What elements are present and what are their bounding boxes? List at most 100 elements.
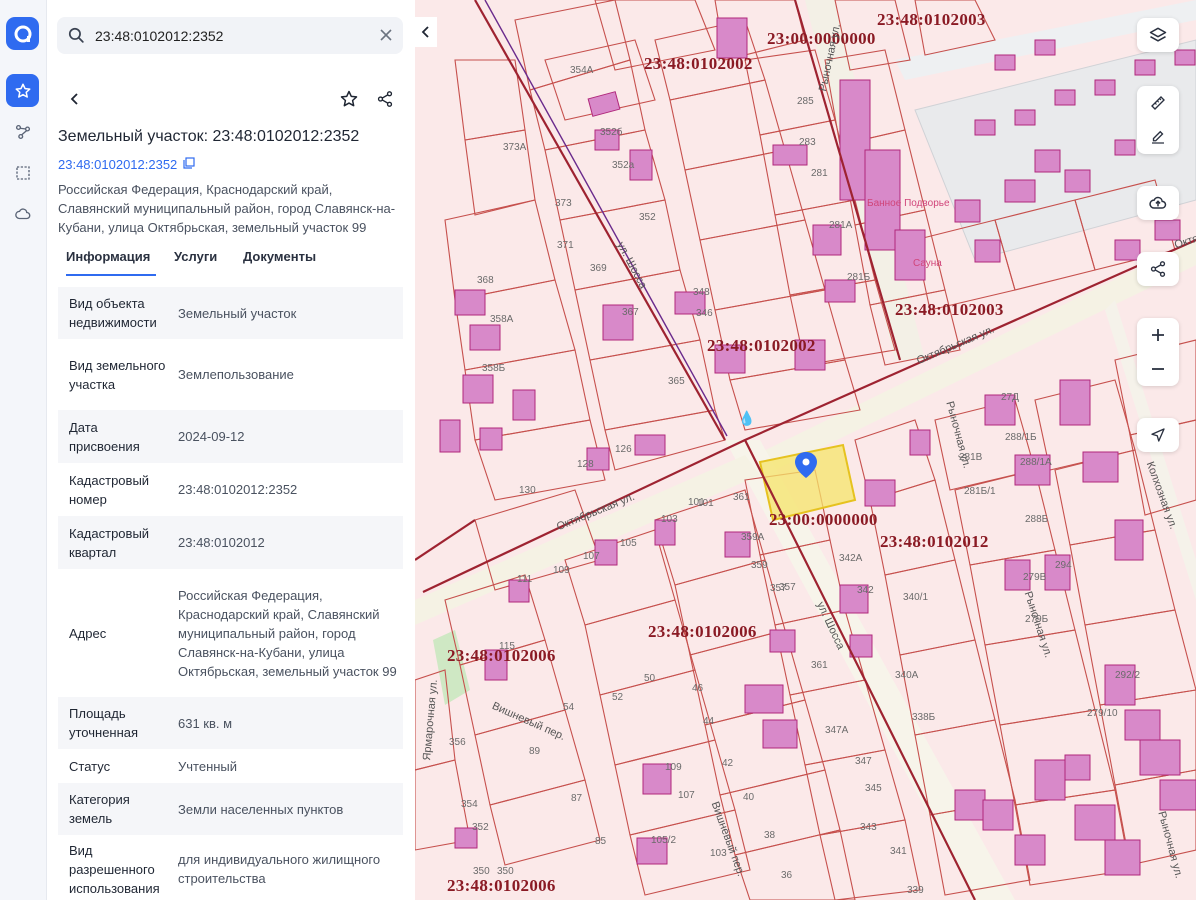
house-number: 52 — [612, 692, 624, 703]
quarter-label: 23:00:0000000 — [767, 29, 876, 48]
house-number: 50 — [644, 673, 656, 684]
tab-information[interactable]: Информация — [66, 242, 156, 276]
table-row: Адрес Российская Федерация, Краснодарски… — [58, 569, 403, 697]
left-rail — [0, 0, 47, 900]
row-key: Кадастровый номер — [69, 472, 150, 507]
house-number: 101 — [697, 498, 714, 509]
quarter-label: 23:00:0000000 — [769, 510, 878, 529]
row-key: Вид объекта недвижимости — [69, 296, 157, 330]
house-number: 89 — [529, 746, 541, 757]
upload-cloud-icon[interactable] — [1137, 186, 1179, 220]
cadastral-number-text[interactable]: 23:48:0102012:2352 — [58, 157, 177, 172]
house-number: 105/2 — [651, 835, 677, 846]
house-number: 279В — [1023, 572, 1047, 583]
search-input[interactable] — [95, 17, 375, 54]
row-key: Адрес — [69, 625, 107, 641]
house-number: 281В — [959, 452, 983, 463]
cadastral-map[interactable]: 23:48:0102003 23:00:0000000 23:48:010200… — [415, 0, 1196, 900]
cloud-icon[interactable] — [6, 197, 39, 230]
house-number: 46 — [692, 683, 704, 694]
route-icon[interactable] — [6, 115, 39, 148]
house-number: 359 — [751, 560, 768, 571]
house-number: 339 — [907, 885, 924, 896]
table-row: Кадастровый номер 23:48:0102012:2352 — [58, 463, 403, 516]
poi-label[interactable]: Сауна — [913, 258, 942, 269]
layers-icon[interactable] — [1137, 18, 1179, 52]
house-number: 27Д — [1001, 392, 1019, 403]
house-number: 361 — [733, 492, 750, 503]
house-number: 357 — [770, 583, 787, 594]
house-number: 36 — [781, 870, 793, 881]
close-icon[interactable] — [379, 28, 393, 47]
house-number: 358А — [490, 314, 514, 325]
zoom-control — [1137, 318, 1179, 386]
row-value: 2024-09-12 — [178, 429, 245, 444]
table-row: Вид земельного участка Землепользование — [58, 339, 403, 410]
house-number: 373А — [503, 142, 527, 153]
house-number: 279Б — [1025, 614, 1049, 625]
app-logo-icon[interactable] — [6, 17, 39, 50]
navigation-arrow-icon[interactable] — [1137, 418, 1179, 452]
copy-icon[interactable] — [183, 157, 195, 172]
house-number: 356 — [449, 737, 466, 748]
house-number: 342А — [839, 553, 863, 564]
search-bar — [57, 17, 403, 54]
share-icon[interactable] — [371, 85, 399, 113]
house-number: 343 — [860, 822, 877, 833]
house-number: 354А — [570, 65, 594, 76]
house-number: 352 — [639, 212, 656, 223]
tab-bar: Информация Услуги Документы — [58, 242, 403, 276]
row-key: Категория земель — [69, 792, 130, 826]
house-number: 281Б/1 — [964, 486, 996, 497]
zoom-out-button[interactable] — [1137, 352, 1179, 386]
ruler-icon[interactable] — [1137, 86, 1179, 120]
zoom-in-button[interactable] — [1137, 318, 1179, 352]
house-number: 352 — [472, 822, 489, 833]
water-drop-icon: 💧 — [738, 410, 756, 426]
house-number: 85 — [595, 836, 607, 847]
house-number: 340/1 — [903, 592, 929, 603]
house-number: 42 — [722, 758, 734, 769]
house-number: 347 — [855, 756, 872, 767]
house-number: 367 — [622, 307, 639, 318]
row-value: Земельный участок — [178, 305, 297, 321]
row-key: Вид земельного участка — [69, 357, 166, 392]
house-number: 40 — [743, 792, 755, 803]
house-number: 115 — [499, 641, 515, 652]
row-value: 23:48:0102012 — [178, 535, 265, 550]
map-canvas[interactable] — [415, 0, 1196, 900]
share-icon[interactable] — [1137, 252, 1179, 286]
tab-documents[interactable]: Документы — [243, 242, 316, 276]
house-number: 365 — [668, 376, 685, 387]
quarter-label: 23:48:0102003 — [895, 300, 1004, 319]
table-row: Вид разрешенного использования для индив… — [58, 835, 403, 900]
house-number: 111 — [517, 574, 533, 585]
back-button[interactable] — [61, 85, 89, 113]
favorites-star-icon[interactable] — [6, 74, 39, 107]
house-number: 103 — [710, 848, 727, 859]
edit-icon[interactable] — [1137, 120, 1179, 154]
table-row: Дата присвоения 2024-09-12 — [58, 410, 403, 463]
house-number: 350 — [473, 866, 490, 877]
house-number: 342 — [857, 585, 874, 596]
address-text: Российская Федерация, Краснодарский край… — [58, 182, 396, 235]
quarter-label: 23:48:0102002 — [644, 54, 753, 73]
house-number: 350 — [497, 866, 514, 877]
table-row: Статус Учтенный — [58, 749, 403, 783]
quarter-label: 23:48:0102003 — [877, 10, 986, 29]
cadastral-number-link[interactable]: 23:48:0102012:2352 — [58, 157, 195, 172]
house-number: 340А — [895, 670, 919, 681]
house-number: 361 — [811, 660, 828, 671]
row-value: 631 кв. м — [178, 715, 233, 731]
house-number: 105 — [620, 538, 637, 549]
poi-label[interactable]: Банное Подворье — [867, 198, 950, 209]
row-value: 23:48:0102012:2352 — [178, 482, 298, 497]
house-number: 347А — [825, 725, 849, 736]
tab-services[interactable]: Услуги — [174, 242, 217, 276]
collapse-panel-button[interactable] — [415, 17, 437, 47]
house-number: 354 — [461, 799, 478, 810]
row-key: Статус — [69, 758, 111, 774]
house-number: 107 — [678, 790, 695, 801]
select-area-icon[interactable] — [6, 156, 39, 189]
star-icon[interactable] — [335, 85, 363, 113]
